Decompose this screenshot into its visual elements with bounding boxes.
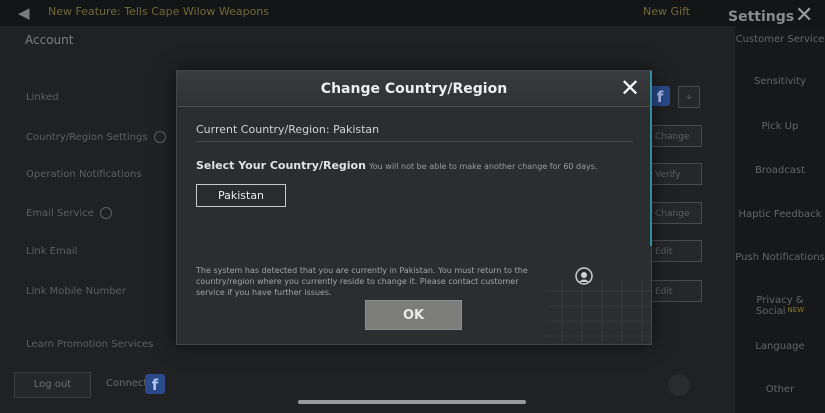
top-bar: ◀ New Feature: Tells Cape Wilow Weapons … [0, 0, 825, 26]
change-button[interactable]: Change [650, 125, 702, 147]
new-badge: NEW [787, 306, 805, 314]
side-item-sensitivity[interactable]: Sensitivity [735, 76, 825, 87]
verify-button[interactable]: Verify [650, 163, 702, 185]
news-marquee: New Feature: Tells Cape Wilow Weapons [48, 5, 270, 18]
back-arrow-icon[interactable]: ◀ [18, 4, 30, 22]
grid-decoration [547, 281, 651, 344]
dialog-title: Change Country/Region [320, 81, 508, 97]
list-item-email-service: Email Service [26, 207, 112, 219]
list-item-promotion: Learn Promotion Services [26, 339, 154, 350]
current-region-label: Current Country/Region: Pakistan [196, 123, 380, 136]
edit-button[interactable]: Edit [650, 240, 702, 262]
side-item-customer-service[interactable]: Customer Service [735, 34, 825, 45]
ok-button[interactable]: OK [365, 300, 462, 330]
settings-close-icon[interactable]: ✕ [795, 5, 813, 27]
side-item-language[interactable]: Language [735, 341, 825, 352]
list-item-link-email: Link Email [26, 246, 78, 257]
change-button[interactable]: Change [650, 202, 702, 224]
facebook-icon[interactable]: f [650, 86, 670, 106]
settings-side-menu: Customer Service Sensitivity Pick Up Bro… [735, 26, 825, 413]
facebook-icon[interactable]: f [145, 374, 165, 394]
side-item-pick-up[interactable]: Pick Up [735, 121, 825, 132]
list-item-country-region: Country/Region Settings [26, 131, 166, 143]
select-note: You will not be able to make another cha… [368, 162, 598, 171]
add-icon[interactable]: + [678, 86, 700, 108]
home-indicator [298, 400, 526, 404]
side-item-privacy-social[interactable]: Privacy & Social NEW [735, 295, 825, 317]
close-icon[interactable]: ✕ [618, 76, 642, 101]
account-heading: Account [25, 33, 74, 47]
select-region-label: Select Your Country/Region You will not b… [196, 159, 598, 172]
edit-button[interactable]: Edit [650, 280, 702, 302]
info-icon[interactable] [153, 131, 166, 143]
side-item-push-notifications[interactable]: Push Notifications [735, 252, 825, 263]
list-item-link-mobile: Link Mobile Number [26, 286, 126, 297]
logout-button[interactable]: Log out [14, 372, 91, 398]
divider [196, 141, 633, 142]
list-item-linked: Linked [26, 92, 59, 103]
side-item-haptic-feedback[interactable]: Haptic Feedback [735, 209, 825, 220]
accent-edge [650, 71, 652, 246]
side-item-broadcast[interactable]: Broadcast [735, 165, 825, 176]
list-item-operation-notifications: Operation Notifications [26, 169, 142, 180]
side-item-other[interactable]: Other [735, 384, 825, 395]
country-select[interactable]: Pakistan [196, 184, 286, 207]
change-region-dialog: Change Country/Region ✕ Current Country/… [176, 70, 652, 345]
promo-text[interactable]: New Gift [643, 5, 690, 18]
info-icon[interactable] [99, 207, 112, 219]
connect-label: Connect [106, 378, 148, 389]
account-icon[interactable] [668, 374, 690, 396]
region-notice: The system has detected that you are cur… [196, 266, 528, 297]
settings-title: Settings [728, 9, 795, 25]
dialog-header: Change Country/Region ✕ [177, 71, 651, 107]
